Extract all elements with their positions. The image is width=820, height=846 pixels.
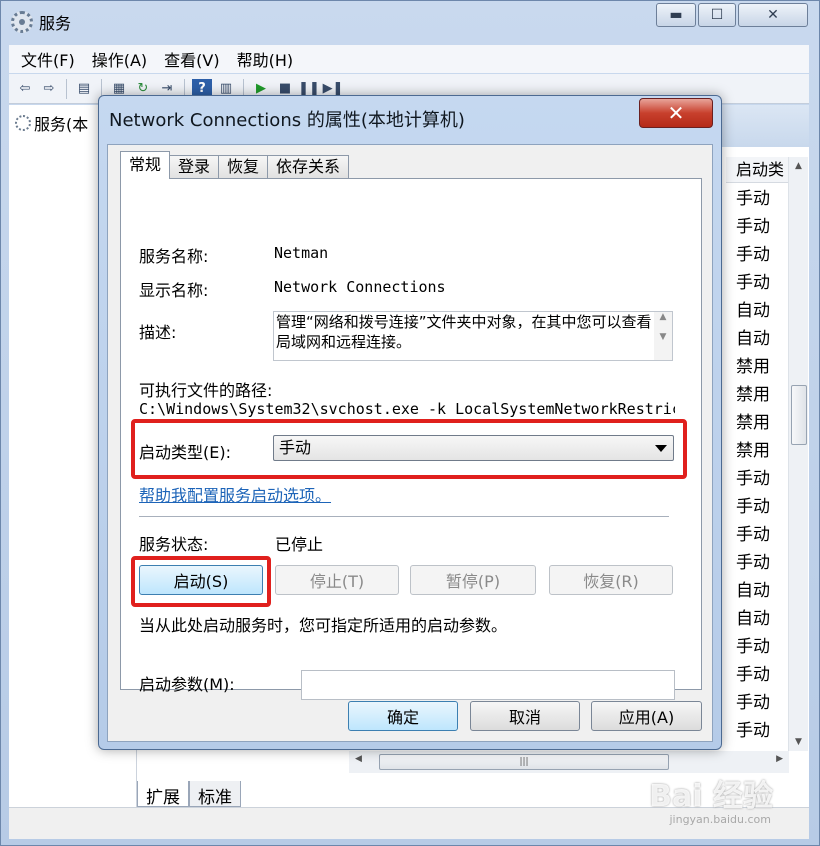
dialog-body: 常规 登录 恢复 依存关系 服务名称: Netman 显示名称: Network… [107, 144, 713, 742]
window-title: 服务 [39, 14, 72, 33]
baidu-watermark-url: jingyan.baidu.com [669, 813, 771, 826]
menu-bar: 文件(F) 操作(A) 查看(V) 帮助(H) [9, 45, 809, 73]
general-tab-panel: 服务名称: Netman 显示名称: Network Connections 描… [120, 178, 702, 700]
horizontal-scroll-thumb[interactable]: ||| [379, 754, 669, 770]
properties-dialog: Network Connections 的属性(本地计算机) ✕ 常规 登录 恢… [98, 95, 722, 750]
startup-params-input[interactable] [301, 670, 675, 700]
services-gear-icon [11, 11, 33, 33]
startup-type-cell[interactable]: 禁用 [726, 381, 794, 409]
startup-type-cell[interactable]: 自动 [726, 577, 794, 605]
baidu-watermark: Bai 经验 [649, 779, 773, 814]
startup-type-cell[interactable]: 手动 [726, 241, 794, 269]
description-label: 描述: [139, 323, 177, 342]
tab-general[interactable]: 常规 [120, 151, 171, 179]
startup-type-cell[interactable]: 禁用 [726, 353, 794, 381]
startup-type-cell[interactable]: 自动 [726, 297, 794, 325]
menu-action[interactable]: 操作(A) [92, 47, 147, 71]
forward-arrow-icon[interactable]: ⇨ [39, 79, 59, 99]
service-name-label: 服务名称: [139, 247, 209, 266]
description-scrollbar[interactable]: ▲ ▼ [654, 312, 672, 360]
startup-type-cell[interactable]: 手动 [726, 521, 794, 549]
apply-button[interactable]: 应用(A) [591, 701, 702, 731]
startup-type-cell[interactable]: 手动 [726, 549, 794, 577]
description-box[interactable]: 管理“网络和拨号连接”文件夹中对象，在其中您可以查看局域网和远程连接。 ▲ ▼ [273, 311, 673, 361]
divider [139, 516, 669, 517]
service-status-label: 服务状态: [139, 535, 209, 554]
startup-type-cell[interactable]: 禁用 [726, 409, 794, 437]
services-tree-icon [15, 115, 31, 131]
help-configure-link[interactable]: 帮助我配置服务启动选项。 [139, 482, 331, 506]
tab-recovery[interactable]: 恢复 [218, 155, 269, 179]
window-title-bar: 服务 [11, 9, 71, 35]
column-header-startup-type[interactable]: 启动类 [726, 157, 794, 183]
minimize-button[interactable]: ▬ [656, 3, 696, 27]
startup-type-cell[interactable]: 自动 [726, 605, 794, 633]
scroll-left-icon[interactable]: ◀ [355, 754, 362, 764]
startup-type-cell[interactable]: 手动 [726, 213, 794, 241]
resume-service-button[interactable]: 恢复(R) [549, 565, 673, 595]
startup-type-cell[interactable]: 手动 [726, 633, 794, 661]
startup-params-hint: 当从此处启动服务时，您可指定所适用的启动参数。 [139, 616, 508, 635]
startup-type-cell[interactable]: 手动 [726, 185, 794, 213]
menu-file[interactable]: 文件(F) [21, 47, 75, 71]
stop-service-button[interactable]: 停止(T) [275, 565, 399, 595]
window-close-button[interactable]: ✕ [738, 3, 808, 27]
scroll-up-icon[interactable]: ▲ [789, 161, 808, 171]
toolbar-separator [66, 78, 67, 99]
scroll-down-icon[interactable]: ▼ [789, 737, 808, 747]
highlight-box-start-button [131, 556, 271, 607]
dialog-close-button[interactable]: ✕ [639, 98, 713, 128]
display-name-label: 显示名称: [139, 281, 209, 300]
executable-path: C:\Windows\System32\svchost.exe -k Local… [139, 400, 675, 418]
horizontal-scrollbar[interactable]: ◀ ||| ▶ [349, 751, 789, 773]
back-arrow-icon[interactable]: ⇦ [15, 79, 35, 99]
startup-type-cell[interactable]: 自动 [726, 325, 794, 353]
service-status-value: 已停止 [275, 535, 324, 554]
console-tree-icon[interactable]: ▤ [74, 79, 94, 99]
dialog-tabs: 常规 登录 恢复 依存关系 [120, 151, 350, 179]
display-name-value: Network Connections [274, 278, 446, 296]
tree-item-services[interactable]: 服务(本 [15, 111, 88, 135]
startup-type-cell[interactable]: 手动 [726, 717, 794, 745]
vertical-scroll-thumb[interactable] [791, 385, 807, 445]
ok-button[interactable]: 确定 [348, 701, 458, 731]
tree-item-label: 服务(本 [34, 115, 89, 134]
tab-logon[interactable]: 登录 [169, 155, 220, 179]
maximize-button[interactable]: ☐ [698, 3, 736, 27]
service-name-value: Netman [274, 244, 329, 262]
startup-type-column: 手动 手动 手动 手动 自动 自动 禁用 禁用 禁用 禁用 手动 手动 手动 手动 自动 自动 手动 手动 手动 手动 [726, 185, 794, 745]
highlight-box-startup-type [131, 419, 687, 479]
pause-service-button[interactable]: 暂停(P) [410, 565, 536, 595]
vertical-scrollbar[interactable]: ▲ ▼ [788, 157, 808, 751]
startup-type-cell[interactable]: 手动 [726, 465, 794, 493]
startup-type-cell[interactable]: 手动 [726, 493, 794, 521]
path-label: 可执行文件的路径: [139, 381, 273, 400]
view-tabs: 扩展 标准 [137, 781, 241, 808]
startup-params-label: 启动参数(M): [139, 675, 235, 694]
startup-type-cell[interactable]: 手动 [726, 689, 794, 717]
scroll-right-icon[interactable]: ▶ [776, 754, 783, 764]
description-text: 管理“网络和拨号连接”文件夹中对象，在其中您可以查看局域网和远程连接。 [276, 313, 652, 351]
startup-type-cell[interactable]: 手动 [726, 661, 794, 689]
tab-dependencies[interactable]: 依存关系 [267, 155, 350, 179]
cancel-button[interactable]: 取消 [470, 701, 580, 731]
startup-type-cell[interactable]: 禁用 [726, 437, 794, 465]
tab-standard[interactable]: 标准 [189, 781, 241, 808]
menu-view[interactable]: 查看(V) [164, 47, 219, 71]
startup-type-cell[interactable]: 手动 [726, 269, 794, 297]
tab-extended[interactable]: 扩展 [137, 781, 189, 808]
dialog-title: Network Connections 的属性(本地计算机) [109, 110, 465, 131]
menu-help[interactable]: 帮助(H) [237, 47, 294, 71]
